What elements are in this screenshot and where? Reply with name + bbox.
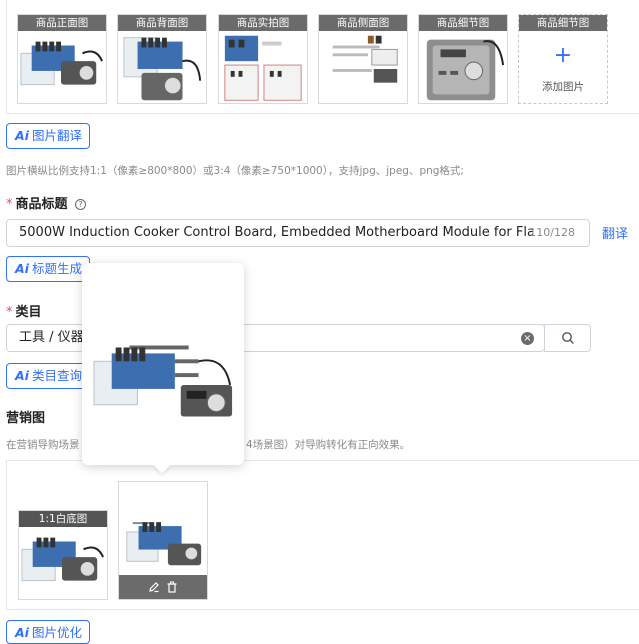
category-value: 工具 / 仪器 — [19, 330, 84, 345]
edit-icon[interactable] — [148, 581, 160, 593]
product-thumbnail — [123, 37, 202, 101]
product-thumbnail — [224, 35, 302, 101]
image-slot-real[interactable]: 商品实拍图 — [218, 14, 308, 104]
image-slot-front[interactable]: 商品正面图 — [17, 14, 107, 104]
help-icon[interactable]: ? — [75, 199, 87, 210]
image-hint: 图片横纵比例支持1:1（像素≥800*800）或3:4（像素≥750*1000）… — [6, 165, 464, 177]
product-thumbnail — [126, 522, 202, 566]
product-thumbnail — [21, 537, 104, 582]
title-counter: 110/128 — [529, 226, 575, 239]
image-slot-back[interactable]: 商品背面图 — [117, 14, 207, 104]
tile-caption: 1:1白底图 — [19, 511, 107, 527]
ai-icon: Ai — [15, 261, 29, 276]
product-thumbnail — [332, 35, 398, 83]
marketing-tile-white-bg[interactable]: 1:1白底图 — [18, 510, 108, 600]
product-thumbnail — [20, 41, 103, 86]
category-query-button[interactable]: Ai 类目查询 — [6, 363, 90, 389]
trash-icon[interactable] — [166, 581, 178, 593]
marketing-label: 营销图 — [6, 411, 46, 426]
category-label: * 类目 — [6, 301, 42, 320]
image-preview-popover — [82, 263, 244, 474]
product-thumbnail — [426, 39, 505, 101]
title-label-text: 商品标题 — [15, 197, 68, 212]
search-icon — [562, 332, 574, 344]
slot-caption: 商品细节图 — [419, 15, 507, 31]
tile-action-bar — [119, 575, 207, 599]
slot-caption: 商品细节图 — [519, 15, 607, 31]
button-label: 标题生成 — [31, 261, 82, 276]
image-translate-button[interactable]: Ai 图片翻译 — [6, 123, 90, 149]
preview-image — [93, 345, 233, 417]
image-slot-detail[interactable]: 商品细节图 — [418, 14, 508, 104]
marketing-hint-tail: 4场景图）对导购转化有正向效果。 — [246, 439, 411, 451]
title-generate-button[interactable]: Ai 标题生成 — [6, 256, 90, 282]
marketing-hint: 在营销导购场景 — [6, 439, 80, 451]
translate-link[interactable]: 翻译 — [602, 223, 628, 242]
button-label: 图片翻译 — [31, 128, 82, 143]
required-mark: * — [6, 305, 13, 320]
image-optimize-button[interactable]: Ai 图片优化 — [6, 620, 90, 644]
required-mark: * — [6, 197, 13, 212]
image-slot-side[interactable]: 商品侧面图 — [318, 14, 408, 104]
slot-caption: 商品实拍图 — [219, 15, 307, 31]
title-value: 5000W Induction Cooker Control Board, Em… — [19, 225, 533, 240]
button-label: 类目查询 — [31, 368, 82, 383]
title-input[interactable]: 5000W Induction Cooker Control Board, Em… — [6, 219, 590, 247]
ai-icon: Ai — [15, 368, 29, 383]
plus-icon[interactable]: + — [519, 45, 607, 67]
category-search-button[interactable] — [544, 324, 591, 352]
add-image-label: 添加图片 — [542, 81, 584, 93]
slot-caption: 商品正面图 — [18, 15, 106, 31]
clear-icon[interactable]: × — [521, 332, 534, 345]
category-label-text: 类目 — [15, 305, 42, 320]
slot-caption: 商品背面图 — [118, 15, 206, 31]
add-image-slot[interactable]: 商品细节图 + 添加图片 — [518, 14, 608, 104]
ai-icon: Ai — [15, 128, 29, 143]
title-label: * 商品标题 ? — [6, 193, 87, 212]
slot-caption: 商品侧面图 — [319, 15, 407, 31]
marketing-tile-scene[interactable] — [118, 481, 208, 600]
